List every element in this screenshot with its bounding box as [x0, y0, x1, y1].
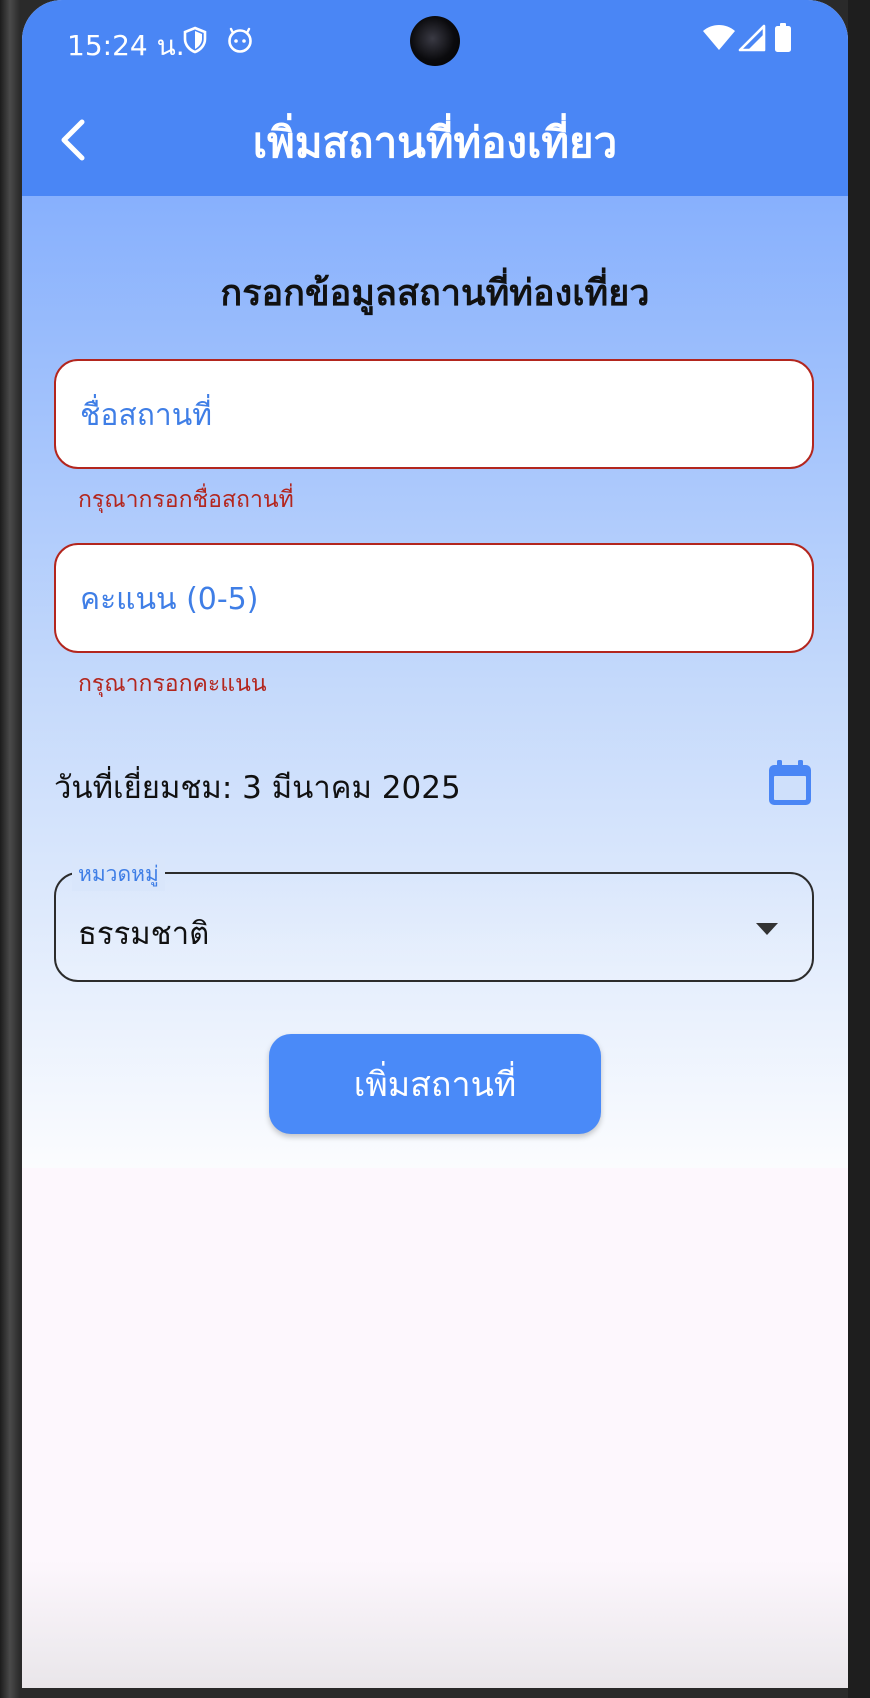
- score-field[interactable]: [54, 543, 814, 653]
- face-icon: [226, 26, 254, 58]
- category-selected-value: ธรรมชาติ: [78, 916, 210, 952]
- phone-screen: 15:24 น. เพิ่มสถานที่ท่องเที่ยว กรอกข้อม…: [22, 0, 848, 1688]
- app-bar: 15:24 น. เพิ่มสถานที่ท่องเที่ยว: [22, 0, 848, 196]
- battery-icon: [774, 22, 792, 58]
- calendar-icon: [769, 760, 811, 805]
- shield-icon: [182, 26, 208, 58]
- dropdown-arrow-icon: [756, 920, 778, 939]
- score-error: กรุณากรอกคะแนน: [78, 671, 267, 697]
- category-label: หมวดหมู่: [72, 858, 165, 891]
- status-time: 15:24 น.: [67, 29, 185, 62]
- form-container: กรอกข้อมูลสถานที่ท่องเที่ยว กรุณากรอกชื่…: [22, 196, 848, 1168]
- category-dropdown[interactable]: หมวดหมู่ ธรรมชาติ: [54, 858, 814, 982]
- place-name-error: กรุณากรอกชื่อสถานที่: [78, 487, 294, 513]
- bottom-fade: [22, 1560, 848, 1688]
- place-name-input[interactable]: [78, 361, 782, 469]
- date-picker-button[interactable]: [766, 758, 814, 808]
- page-title: เพิ่มสถานที่ท่องเที่ยว: [252, 118, 618, 167]
- device-edge: [848, 0, 870, 1698]
- add-place-button[interactable]: เพิ่มสถานที่: [269, 1034, 601, 1134]
- wifi-icon: [702, 24, 736, 56]
- front-camera: [410, 16, 460, 66]
- signal-icon: [738, 24, 766, 56]
- place-name-field[interactable]: [54, 359, 814, 469]
- score-input[interactable]: [78, 545, 782, 653]
- form-heading: กรอกข้อมูลสถานที่ท่องเที่ยว: [220, 273, 650, 314]
- visit-date-label: วันที่เยี่ยมชม: 3 มีนาคม 2025: [54, 770, 461, 806]
